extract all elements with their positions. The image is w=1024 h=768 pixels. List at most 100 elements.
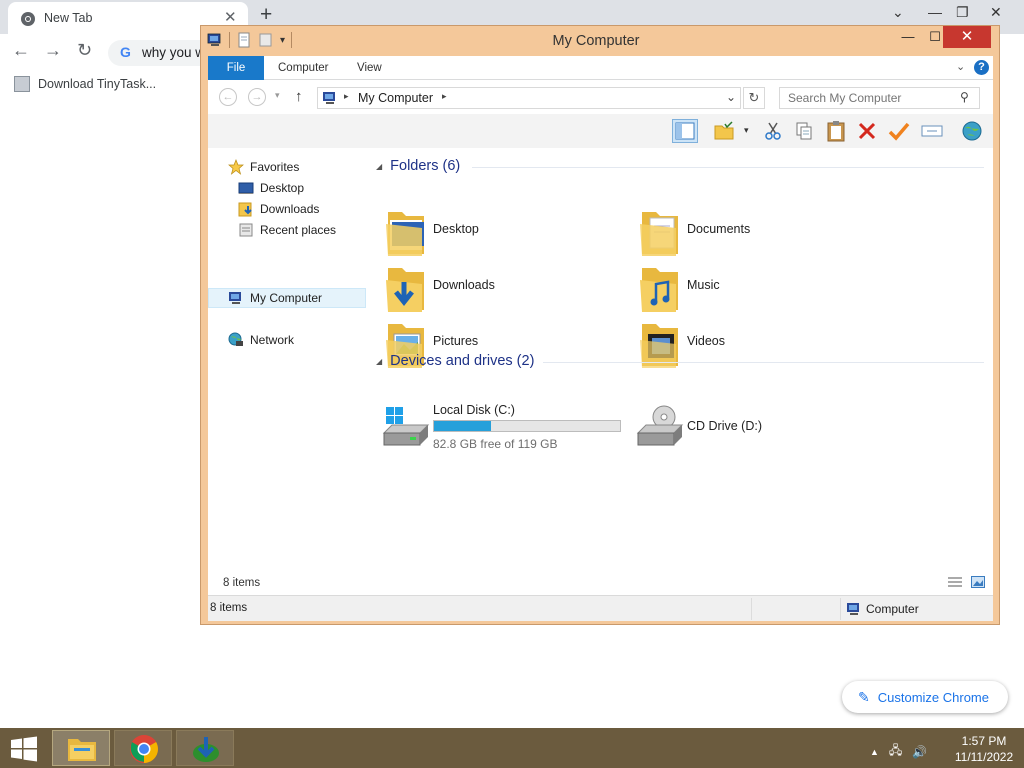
windows-start-icon[interactable] [8, 735, 40, 763]
show-hidden-icons[interactable]: ▲ [870, 747, 879, 757]
status-divider [840, 598, 841, 620]
collapse-icon[interactable]: ◢ [376, 357, 382, 366]
help-icon[interactable]: ? [974, 60, 989, 75]
taskbar-chrome[interactable] [114, 730, 172, 766]
breadcrumb-my-computer[interactable]: My Computer [358, 91, 433, 105]
tab-file[interactable]: File [208, 56, 264, 80]
taskbar: ▲ 🖧 🔊 1:57 PM 11/11/2022 [0, 728, 1024, 768]
clock[interactable]: 1:57 PM 11/11/2022 [944, 733, 1024, 765]
network-button[interactable] [959, 119, 985, 143]
pencil-icon: ✎ [858, 688, 870, 705]
explorer-titlebar[interactable]: ▾ My Computer — ☐ ✕ [201, 26, 999, 56]
breadcrumb-arrow-icon[interactable]: ▸ [442, 91, 447, 102]
rename-icon [921, 125, 943, 137]
search-input[interactable] [780, 88, 960, 108]
nav-downloads-label: Downloads [260, 202, 320, 216]
drive-c[interactable]: Local Disk (C:) 82.8 GB free of 119 GB [382, 401, 632, 461]
drive-c-usage-bar [433, 420, 621, 432]
nav-my-computer-label: My Computer [250, 291, 323, 305]
tab-close-icon[interactable]: ✕ [224, 8, 237, 26]
delete-x-icon [858, 122, 876, 140]
folder-music[interactable]: Music [636, 262, 866, 314]
back-button[interactable]: ← [219, 88, 237, 106]
search-box[interactable]: ⚲ [779, 87, 980, 109]
close-icon[interactable]: ✕ [943, 26, 991, 48]
preview-pane-button[interactable] [672, 119, 698, 143]
folder-downloads-label: Downloads [433, 278, 495, 292]
tab-view[interactable]: View [343, 56, 396, 80]
network-tray-icon[interactable]: 🖧 [889, 741, 902, 762]
reload-icon[interactable]: ↻ [77, 40, 92, 61]
drive-c-label: Local Disk (C:) [433, 403, 515, 417]
back-icon[interactable]: ← [12, 40, 30, 61]
folder-documents[interactable]: Documents [636, 206, 866, 258]
forward-icon[interactable]: → [44, 40, 62, 61]
clock-time: 1:57 PM [961, 734, 1007, 748]
taskbar-idm[interactable] [176, 730, 234, 766]
address-dropdown-icon[interactable]: ⌄ [726, 90, 736, 104]
cut-button[interactable] [760, 119, 786, 143]
new-tab-icon[interactable]: + [260, 3, 272, 27]
bookmark-tinytask[interactable]: Download TinyTask... [14, 75, 156, 93]
folder-options-button[interactable] [711, 119, 737, 143]
nav-network[interactable]: Network [208, 330, 366, 350]
clock-date: 11/11/2022 [954, 750, 1014, 764]
breadcrumb-arrow-icon[interactable]: ▸ [344, 91, 349, 102]
address-row: ← → ▾ ↑ ▸ My Computer ▸ ⌄ ↻ ⚲ [208, 80, 993, 114]
globe-icon [962, 121, 982, 141]
expand-ribbon-icon[interactable]: ⌄ [956, 60, 965, 73]
paste-button[interactable] [823, 119, 849, 143]
navigation-pane: Favorites Desktop Downloads Recent place… [208, 148, 366, 594]
folder-options-dropdown-icon[interactable]: ▾ [744, 125, 749, 136]
tab-search-icon[interactable]: ⌄ [892, 4, 904, 21]
desktop-icon [238, 182, 254, 194]
nav-recent-places[interactable]: Recent places [208, 220, 366, 240]
nav-desktop[interactable]: Desktop [208, 178, 366, 198]
rename-button[interactable] [919, 119, 945, 143]
nav-my-computer[interactable]: My Computer [208, 288, 366, 308]
downloads-icon [238, 202, 252, 217]
up-button[interactable]: ↑ [295, 88, 303, 105]
drive-d[interactable]: CD Drive (D:) [636, 401, 836, 461]
explorer-window: ▾ My Computer — ☐ ✕ File Computer View ⌄… [200, 25, 1000, 625]
collapse-icon[interactable]: ◢ [376, 162, 382, 171]
search-icon[interactable]: ⚲ [960, 90, 969, 104]
taskbar-file-explorer[interactable] [52, 730, 110, 766]
address-bar[interactable]: ▸ My Computer ▸ ⌄ [317, 87, 741, 109]
nav-favorites[interactable]: Favorites [208, 157, 366, 177]
minimize-icon[interactable]: — [895, 29, 921, 49]
folder-videos-label: Videos [687, 334, 725, 348]
tab-computer[interactable]: Computer [264, 56, 343, 80]
clipboard-icon [827, 121, 845, 142]
star-icon [228, 159, 244, 175]
desktop-folder-icon [386, 212, 424, 256]
volume-icon[interactable]: 🔊 [912, 745, 927, 759]
drive-c-free-space: 82.8 GB free of 119 GB [433, 437, 558, 451]
tab-title: New Tab [44, 11, 93, 25]
devices-group-header[interactable]: ◢ Devices and drives (2) [376, 353, 534, 369]
refresh-button[interactable]: ↻ [743, 87, 765, 109]
folder-desktop[interactable]: Desktop [382, 206, 612, 258]
select-button[interactable] [886, 119, 912, 143]
drive-d-label: CD Drive (D:) [687, 419, 762, 433]
browser-restore-icon[interactable]: ❐ [956, 4, 969, 21]
forward-button[interactable]: → [248, 88, 266, 106]
browser-minimize-icon[interactable]: — [928, 4, 942, 20]
checkmark-icon [888, 122, 910, 141]
copy-button[interactable] [791, 119, 817, 143]
nav-downloads[interactable]: Downloads [208, 199, 366, 219]
folder-pictures-label: Pictures [433, 334, 479, 348]
downloads-folder-icon [386, 268, 424, 312]
local-disk-icon [382, 407, 430, 446]
customize-chrome-button[interactable]: ✎ Customize Chrome [842, 681, 1008, 713]
large-icons-view-icon[interactable] [971, 576, 985, 588]
documents-folder-icon [640, 212, 678, 256]
browser-close-icon[interactable]: ✕ [990, 4, 1002, 21]
details-view-icon[interactable] [948, 576, 962, 588]
recent-locations-icon[interactable]: ▾ [275, 90, 280, 101]
folders-group-header[interactable]: ◢ Folders (6) [376, 158, 460, 174]
folder-downloads[interactable]: Downloads [382, 262, 612, 314]
computer-icon [229, 292, 241, 304]
delete-button[interactable] [854, 119, 880, 143]
scissors-icon [765, 122, 781, 140]
